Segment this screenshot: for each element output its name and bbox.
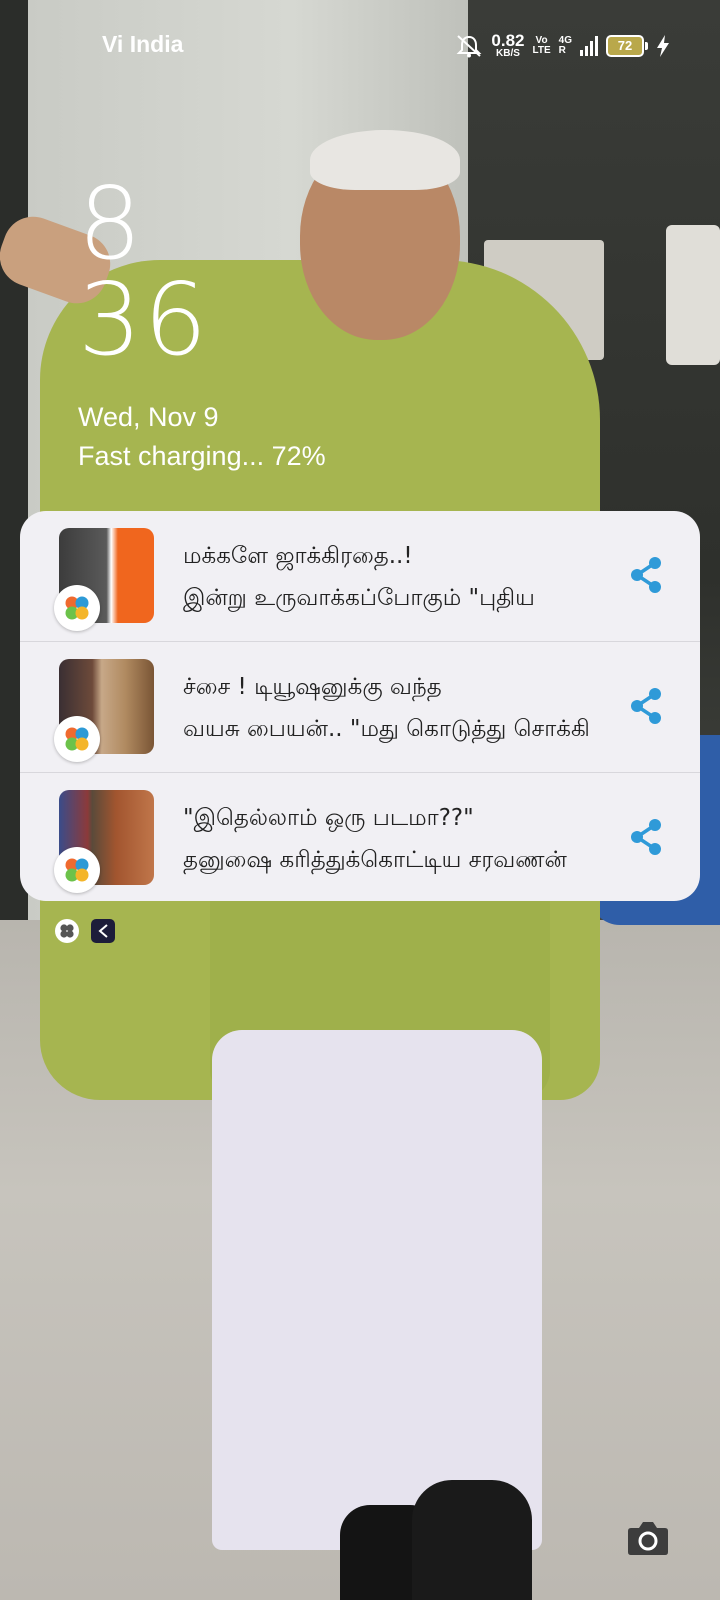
network-speed: 0.82 KB/S [491, 32, 524, 59]
signal-icon [580, 35, 598, 56]
wallpaper-meter [666, 225, 720, 365]
clock-minute: 36 [78, 261, 210, 378]
app-icon [54, 585, 100, 631]
volte-indicator: Vo LTE [532, 34, 551, 56]
network-speed-unit: KB/S [496, 48, 520, 59]
mute-icon [456, 34, 482, 57]
wallpaper-person-pants [212, 1030, 542, 1550]
charging-status: Fast charging... 72% [78, 441, 326, 471]
notification-text: "இதெல்லாம் ஒரு படமா??" தனுஷை கரித்துக்கொ… [183, 797, 615, 881]
lockscreen-date: Wed, Nov 9 [78, 402, 219, 432]
notification-body: வயசு பையன்.. "மது கொடுத்து சொக்கி [183, 716, 590, 742]
notification-body: இன்று உருவாக்கப்போகும் "புதிய [183, 585, 535, 611]
clover-app-icon [65, 858, 89, 882]
charging-bolt-icon [657, 34, 669, 57]
clover-app-icon [65, 596, 89, 620]
notification-text: மக்களே ஜாக்கிரதை..! இன்று உருவாக்கப்போகு… [183, 535, 615, 619]
notification-group: மக்களே ஜாக்கிரதை..! இன்று உருவாக்கப்போகு… [20, 511, 700, 901]
network-type: 4G R [558, 34, 572, 56]
share-icon[interactable] [628, 555, 664, 595]
network-roaming-label: R [558, 44, 566, 56]
share-icon[interactable] [628, 686, 664, 726]
more-notification-icons[interactable] [55, 919, 115, 943]
status-icons: 0.82 KB/S Vo LTE 4G R 72 [455, 32, 670, 59]
volte-top: Vo [535, 34, 548, 46]
notification-item[interactable]: ச்சை ! டியூஷனுக்கு வந்த வயசு பையன்.. "மத… [20, 642, 700, 773]
notification-body: தனுஷை கரித்துக்கொட்டிய சரவணன் [183, 847, 567, 873]
battery-icon: 72 [606, 34, 648, 57]
app-icon [54, 716, 100, 762]
notification-title: மக்களே ஜாக்கிரதை..! [183, 543, 413, 569]
wallpaper-person-shoe [412, 1480, 532, 1600]
notification-item[interactable]: மக்களே ஜாக்கிரதை..! இன்று உருவாக்கப்போகு… [20, 511, 700, 642]
network-speed-value: 0.82 [491, 31, 525, 50]
notification-text: ச்சை ! டியூஷனுக்கு வந்த வயசு பையன்.. "மத… [183, 666, 615, 750]
camera-shortcut-icon[interactable] [627, 1520, 669, 1556]
carrier-name: Vi India [102, 31, 184, 57]
clover-app-small-icon [55, 919, 79, 943]
wallpaper-person-hair [310, 130, 460, 190]
notification-title: "இதெல்லாம் ஒரு படமா??" [183, 805, 474, 831]
notification-title: ச்சை ! டியூஷனுக்கு வந்த [183, 674, 442, 700]
volte-bottom: LTE [532, 44, 551, 56]
kite-app-small-icon [91, 919, 115, 943]
app-icon [54, 847, 100, 893]
lockscreen-clock: 8 36 [78, 165, 210, 378]
share-icon[interactable] [628, 817, 664, 857]
battery-level: 72 [617, 38, 633, 53]
notification-item[interactable]: "இதெல்லாம் ஒரு படமா??" தனுஷை கரித்துக்கொ… [20, 773, 700, 901]
network-type-label: 4G [558, 34, 572, 46]
clock-hour: 8 [78, 165, 144, 282]
clover-app-icon [65, 727, 89, 751]
status-bar: Vi India 0.82 KB/S Vo LTE 4G R 72 [0, 0, 720, 90]
